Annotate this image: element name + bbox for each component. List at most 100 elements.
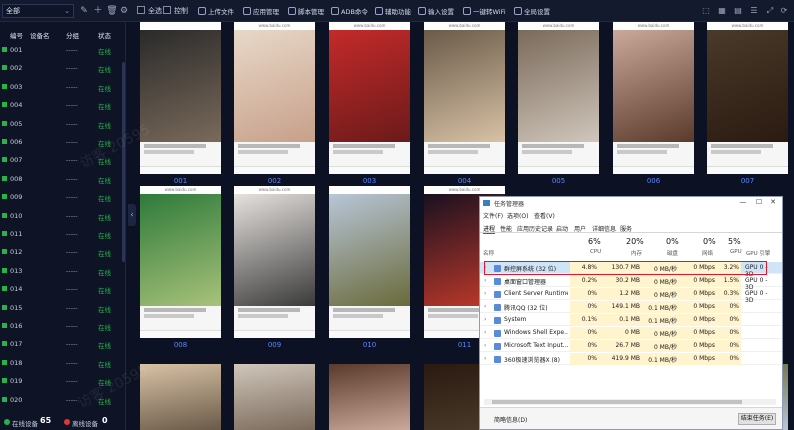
device-status: 在线 [98, 287, 111, 296]
fewer-details-link[interactable]: 简略信息(D) [494, 415, 527, 424]
process-row[interactable]: › Windows Shell Expe... 0% 0 MB 0 MB/秒 0 Mbps… [480, 327, 782, 339]
device-row[interactable]: 008 ----- 在线 [0, 173, 126, 185]
device-row[interactable]: 011 ----- 在线 [0, 228, 126, 240]
collapse-panel-button[interactable]: ‹ [128, 204, 136, 226]
process-row[interactable]: › Client Server Runtime ...0%1.2 MB0 MB/秒… [480, 288, 782, 304]
window-mode-icon[interactable]: ⬚ [700, 5, 712, 17]
process-row[interactable]: › System 0.1% 0.1 MB 0.1 MB/秒 0 Mbps 0% [480, 314, 782, 326]
process-row[interactable]: › Microsoft Text Input... 0% 26.7 MB 0 MB/秒 0… [480, 340, 782, 352]
device-screen[interactable] [234, 364, 315, 430]
device-row[interactable]: 018 ----- 在线 [0, 357, 126, 369]
grid-icon[interactable]: ▤ [732, 5, 744, 17]
group-select[interactable]: 全部 ⌄ [2, 4, 74, 18]
input-settings-button[interactable]: 输入设置 [418, 4, 454, 18]
tab-processes[interactable]: 进程 [483, 224, 496, 234]
refresh-icon[interactable]: ⟳ [778, 5, 790, 17]
tab-performance[interactable]: 性能 [500, 224, 512, 233]
tab-startup[interactable]: 启动 [556, 224, 568, 233]
wifi-switch-button[interactable]: 一键转WiFi [463, 4, 506, 18]
chevron-right-icon[interactable]: › [484, 316, 486, 323]
device-row[interactable]: 001 ----- 在线 [0, 44, 126, 56]
device-row[interactable]: 013 ----- 在线 [0, 265, 126, 277]
device-row[interactable]: 017 ----- 在线 [0, 338, 126, 350]
edit-icon[interactable]: ✎ [78, 5, 90, 17]
maximize-icon[interactable]: ☐ [752, 198, 766, 208]
menu-options[interactable]: 选项(O) [507, 211, 528, 220]
col-disk-header[interactable]: 磁盘 [667, 249, 678, 257]
device-screen[interactable]: www.baidu.com [234, 22, 315, 174]
upload-file-button[interactable]: 上传文件 [198, 4, 234, 18]
device-screen[interactable]: www.baidu.com [613, 22, 694, 174]
menu-file[interactable]: 文件(F) [483, 211, 503, 220]
device-row[interactable]: 009 ----- 在线 [0, 191, 126, 203]
device-row[interactable]: 012 ----- 在线 [0, 246, 126, 258]
col-cpu-header[interactable]: CPU [590, 249, 601, 255]
scrollbar-thumb[interactable] [492, 400, 742, 404]
chevron-right-icon[interactable]: › [484, 277, 486, 284]
device-screen[interactable]: www.baidu.com [707, 22, 788, 174]
assist-function-button[interactable]: 辅助功能 [375, 4, 411, 18]
process-row[interactable]: › 360极速浏览器X (8) 0% 419.9 MB 0.1 MB/秒 0 Mbps 0% [480, 353, 782, 365]
device-screen[interactable] [140, 22, 221, 174]
device-screen[interactable]: www.baidu.com [140, 186, 221, 338]
chevron-right-icon[interactable]: › [484, 290, 486, 297]
device-row[interactable]: 010 ----- 在线 [0, 210, 126, 222]
control-checkbox[interactable] [163, 6, 171, 14]
app-manage-button[interactable]: 应用管理 [243, 4, 279, 18]
device-row[interactable]: 014 ----- 在线 [0, 283, 126, 295]
select-all-checkbox[interactable] [137, 6, 145, 14]
global-settings-button[interactable]: 全局设置 [514, 4, 550, 18]
device-num: 012 [10, 248, 23, 257]
tab-services[interactable]: 服务 [620, 224, 632, 233]
device-num: 008 [10, 174, 23, 183]
process-gpu-engine [743, 340, 777, 352]
device-screen[interactable] [140, 364, 221, 430]
col-memory-header[interactable]: 内存 [631, 249, 642, 257]
device-row[interactable]: 002 ----- 在线 [0, 62, 126, 74]
process-icon [494, 330, 501, 337]
tab-users[interactable]: 用户 [574, 224, 586, 233]
device-row[interactable]: 005 ----- 在线 [0, 118, 126, 130]
device-screen[interactable]: www.baidu.com [329, 22, 410, 174]
script-manage-button[interactable]: 脚本管理 [288, 4, 324, 18]
col-name-header[interactable]: 名称 [483, 249, 494, 257]
list-icon[interactable]: ☰ [748, 5, 760, 17]
col-gpu-engine-header[interactable]: GPU 引擎 [746, 249, 770, 257]
device-row[interactable]: 015 ----- 在线 [0, 302, 126, 314]
device-screen[interactable]: www.baidu.com [424, 22, 505, 174]
device-row[interactable]: 016 ----- 在线 [0, 320, 126, 332]
end-task-button[interactable]: 结束任务(E) [738, 413, 776, 425]
delete-icon[interactable]: 🗑 [106, 5, 118, 17]
minimize-icon[interactable]: — [736, 198, 750, 208]
settings-icon[interactable]: ⚙ [118, 5, 130, 17]
chevron-right-icon[interactable]: › [484, 355, 486, 362]
menu-view[interactable]: 查看(V) [534, 211, 555, 220]
process-row[interactable]: › 桌面窗口管理器 0.2% 30.2 MB 0 MB/秒 0 Mbps 1.5% GPU 0… [480, 275, 782, 291]
tab-details[interactable]: 详细信息 [592, 224, 616, 233]
add-icon[interactable]: ＋ [92, 5, 104, 17]
layout-icon[interactable]: ▦ [716, 5, 728, 17]
close-icon[interactable]: ✕ [766, 198, 780, 208]
process-icon [494, 278, 501, 285]
device-row[interactable]: 003 ----- 在线 [0, 81, 126, 93]
device-screen[interactable] [329, 186, 410, 338]
tab-app-history[interactable]: 应用历史记录 [517, 224, 553, 233]
adb-command-button[interactable]: ADB命令 [331, 4, 368, 18]
col-network-header[interactable]: 网络 [702, 249, 713, 257]
device-screen[interactable] [329, 364, 410, 430]
expand-icon[interactable]: ⤢ [764, 5, 776, 17]
device-screen[interactable]: www.baidu.com [234, 186, 315, 338]
video-caption [333, 314, 383, 318]
device-row[interactable]: 004 ----- 在线 [0, 99, 126, 111]
global-settings-label: 全局设置 [524, 8, 550, 16]
cpu-total: 6% [588, 237, 601, 246]
device-list-scrollbar[interactable] [122, 62, 125, 262]
horizontal-scrollbar[interactable] [484, 399, 776, 405]
chevron-right-icon[interactable]: › [484, 329, 486, 336]
process-row[interactable]: › 腾讯QQ (32 位) 0% 149.1 MB 0.1 MB/秒 0 Mbps 0% [480, 301, 782, 313]
chevron-right-icon[interactable]: › [484, 342, 486, 349]
col-gpu-header[interactable]: GPU [730, 249, 742, 255]
chevron-right-icon[interactable]: › [484, 303, 486, 310]
device-screen[interactable]: www.baidu.com [518, 22, 599, 174]
video-frame [329, 30, 410, 142]
